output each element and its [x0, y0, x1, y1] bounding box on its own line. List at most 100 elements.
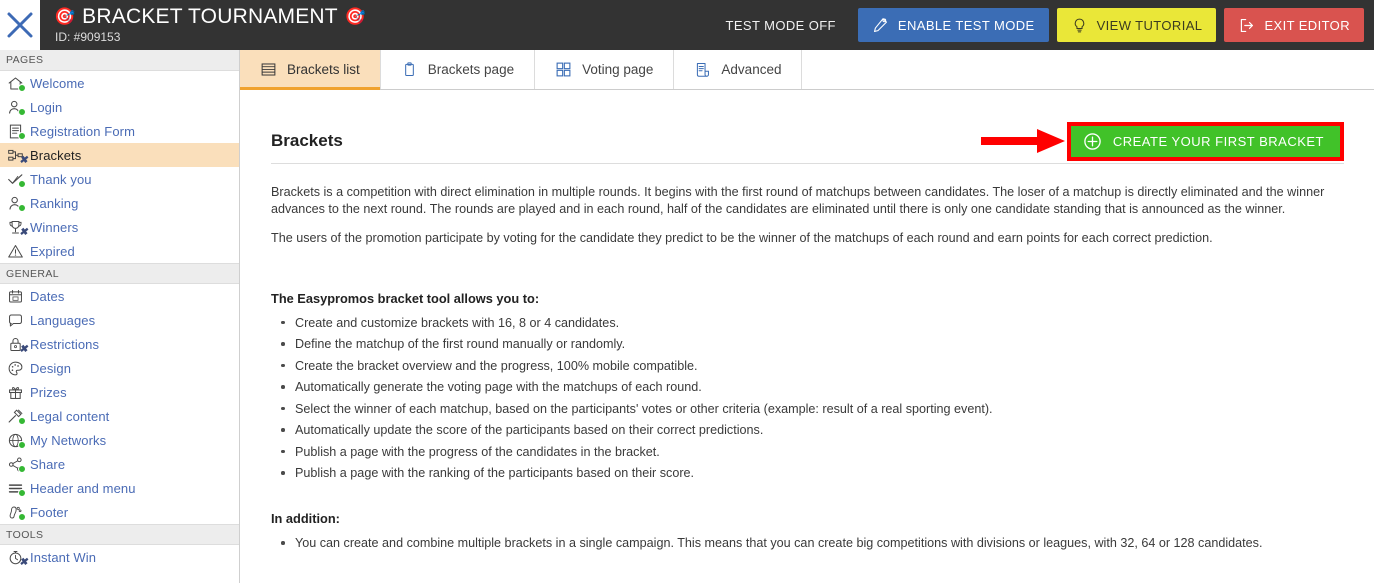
tab-label: Voting page	[582, 62, 654, 77]
clipboard-icon	[401, 61, 418, 78]
sidebar-item-label: Design	[30, 360, 72, 376]
sidebar-item-footer[interactable]: Footer	[0, 500, 239, 524]
target-emoji-left: 🎯	[54, 7, 76, 26]
exit-arrow-icon	[1238, 17, 1255, 34]
list-item: Automatically update the score of the pa…	[275, 422, 1344, 438]
palette-icon	[5, 358, 25, 378]
sidebar-item-my-networks[interactable]: My Networks	[0, 428, 239, 452]
list-item: You can create and combine multiple brac…	[275, 535, 1344, 551]
list-item: Automatically generate the voting page w…	[275, 379, 1344, 395]
sidebar-item-prizes[interactable]: Prizes	[0, 380, 239, 404]
share-icon	[5, 454, 26, 474]
list-item: Select the winner of each matchup, based…	[275, 401, 1344, 417]
create-first-bracket-button[interactable]: CREATE YOUR FIRST BRACKET	[1070, 125, 1340, 157]
tab-voting-page[interactable]: Voting page	[535, 50, 675, 89]
list-item: Define the matchup of the first round ma…	[275, 336, 1344, 352]
campaign-id: ID: #909153	[55, 30, 121, 44]
tab-advanced[interactable]: Advanced	[674, 50, 803, 89]
lock-icon: ✖	[5, 334, 28, 355]
status-dot	[18, 180, 26, 188]
status-x: ✖	[19, 227, 28, 238]
status-dot	[18, 465, 26, 473]
create-first-bracket-label: CREATE YOUR FIRST BRACKET	[1112, 133, 1324, 149]
sidebar-item-brackets[interactable]: ✖ Brackets	[0, 143, 239, 167]
top-bar-dark-region: 🎯 BRACKET TOURNAMENT 🎯 ID: #909153 TEST …	[40, 0, 1374, 50]
intro-paragraph-1: Brackets is a competition with direct el…	[271, 185, 1325, 216]
tab-bar: Brackets list Brackets page Voting page …	[240, 50, 1374, 90]
sidebar-item-design[interactable]: Design	[0, 356, 239, 380]
status-dot	[18, 108, 26, 116]
sidebar: PAGES Welcome Login Registration Form ✖ …	[0, 50, 240, 583]
list-item: Publish a page with the ranking of the p…	[275, 465, 1344, 481]
tab-brackets-list[interactable]: Brackets list	[240, 50, 381, 90]
sidebar-item-label: Dates	[30, 288, 65, 304]
top-bar: 🎯 BRACKET TOURNAMENT 🎯 ID: #909153 TEST …	[0, 0, 1374, 50]
sidebar-item-label: Brackets	[30, 147, 82, 163]
sidebar-item-label: Winners	[30, 219, 79, 235]
network-globe-icon	[5, 430, 26, 450]
status-dot	[18, 84, 26, 92]
status-dot	[18, 204, 26, 212]
exit-editor-label: EXIT EDITOR	[1264, 17, 1350, 33]
trophy-icon: ✖	[5, 217, 28, 238]
exit-editor-button[interactable]: EXIT EDITOR	[1224, 8, 1364, 42]
calendar-icon	[5, 286, 25, 306]
sidebar-item-label: Welcome	[30, 75, 85, 91]
sidebar-item-thank-you[interactable]: Thank you	[0, 167, 239, 191]
sidebar-item-label: Restrictions	[30, 336, 100, 352]
enable-test-mode-button[interactable]: ENABLE TEST MODE	[857, 8, 1049, 42]
sidebar-item-instant-win[interactable]: ✖ Instant Win	[0, 545, 239, 569]
warning-icon	[5, 241, 25, 261]
footprint-icon	[5, 502, 26, 522]
sidebar-item-welcome[interactable]: Welcome	[0, 71, 239, 95]
tab-label: Advanced	[721, 62, 782, 77]
gift-icon	[5, 382, 25, 402]
sidebar-item-label: Legal content	[30, 408, 110, 424]
list-item: Publish a page with the progress of the …	[275, 444, 1344, 460]
sidebar-item-login[interactable]: Login	[0, 95, 239, 119]
sidebar-item-label: Header and menu	[30, 480, 136, 496]
sidebar-item-label: Ranking	[30, 195, 79, 211]
sidebar-item-dates[interactable]: Dates	[0, 284, 239, 308]
sidebar-item-label: Prizes	[30, 384, 67, 400]
sidebar-item-languages[interactable]: Languages	[0, 308, 239, 332]
sidebar-item-label: Thank you	[30, 171, 92, 187]
addition-list: You can create and combine multiple brac…	[275, 535, 1344, 551]
sidebar-item-share[interactable]: Share	[0, 452, 239, 476]
sidebar-item-winners[interactable]: ✖ Winners	[0, 215, 239, 239]
sidebar-item-label: Footer	[30, 504, 69, 520]
bracket-icon: ✖	[5, 145, 28, 166]
view-tutorial-label: VIEW TUTORIAL	[1096, 17, 1203, 33]
tab-brackets-page[interactable]: Brackets page	[380, 50, 536, 89]
sidebar-item-label: Registration Form	[30, 123, 136, 139]
view-tutorial-button[interactable]: VIEW TUTORIAL	[1056, 8, 1217, 42]
close-editor-button[interactable]	[0, 0, 40, 50]
target-emoji-right: 🎯	[344, 7, 366, 26]
sidebar-item-expired[interactable]: Expired	[0, 239, 239, 263]
content-page-title: Brackets	[271, 131, 343, 150]
main-header-row: Brackets CREATE YOUR FIRST BRACKET	[271, 119, 1344, 163]
campaign-title-block: 🎯 BRACKET TOURNAMENT 🎯 ID: #909153	[54, 5, 366, 45]
sidebar-item-ranking[interactable]: Ranking	[0, 191, 239, 215]
sidebar-item-registration-form[interactable]: Registration Form	[0, 119, 239, 143]
form-icon	[5, 121, 26, 141]
page-title: BRACKET TOURNAMENT	[82, 5, 338, 28]
addition-heading: In addition:	[271, 511, 340, 526]
status-dot	[18, 441, 26, 449]
sidebar-item-header-and-menu[interactable]: Header and menu	[0, 476, 239, 500]
annotation-highlight-box: CREATE YOUR FIRST BRACKET	[1066, 121, 1344, 161]
status-x: ✖	[19, 155, 28, 166]
main-content: Brackets CREATE YOUR FIRST BRACKET Brack…	[240, 91, 1374, 583]
list-item: Create and customize brackets with 16, 8…	[275, 315, 1344, 331]
sidebar-item-label: Instant Win	[30, 549, 97, 565]
sidebar-section-general: GENERAL	[0, 263, 239, 284]
features-heading: The Easypromos bracket tool allows you t…	[271, 290, 540, 306]
sidebar-section-pages: PAGES	[0, 50, 239, 71]
sidebar-item-legal-content[interactable]: Legal content	[0, 404, 239, 428]
sidebar-item-restrictions[interactable]: ✖ Restrictions	[0, 332, 239, 356]
status-dot	[18, 417, 26, 425]
test-mode-status: TEST MODE OFF	[725, 17, 836, 33]
tab-label: Brackets list	[287, 62, 360, 77]
gavel-icon	[5, 406, 26, 426]
lightbulb-icon	[1071, 17, 1088, 34]
